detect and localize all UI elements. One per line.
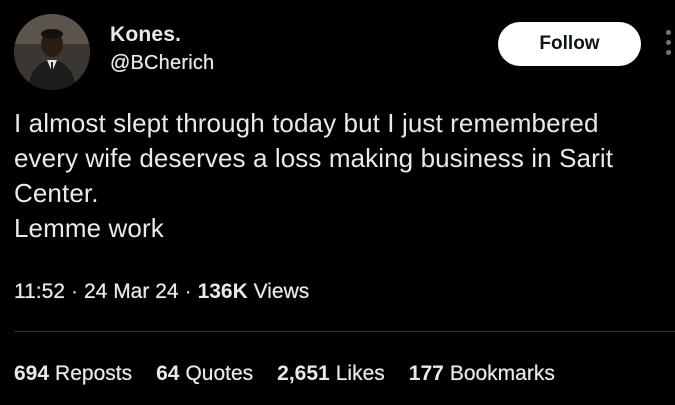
author-handle[interactable]: @BCherich [110,50,214,76]
likes-label: Likes [335,362,385,385]
reposts-count: 694 [14,362,50,385]
quotes-label: Quotes [185,362,254,385]
avatar[interactable] [14,14,90,90]
bookmarks-count: 177 [408,362,444,385]
more-options-icon[interactable] [664,30,674,58]
divider [14,331,675,332]
tweet-header: Kones. @BCherich Follow [0,0,675,100]
tweet-date[interactable]: 24 Mar 24 [84,280,179,303]
separator-dot: · [71,280,78,303]
author-display-name[interactable]: Kones. [110,22,214,48]
tweet-time[interactable]: 11:52 [14,280,65,303]
reposts-stat[interactable]: 694 Reposts [14,360,132,388]
separator-dot: · [184,280,192,303]
follow-button[interactable]: Follow [498,22,641,66]
tweet-meta: 11:52 · 24 Mar 24 · 136K Views [14,278,309,306]
bookmarks-stat[interactable]: 177 Bookmarks [409,360,555,388]
engagement-stats: 694 Reposts 64 Quotes 2,651 Likes 177 Bookmarks [14,360,579,388]
quotes-stat[interactable]: 64 Quotes [156,360,253,388]
tweet-text-line: every wife deserves a loss making busine… [14,143,614,173]
tweet-text-line: Lemme work [14,213,164,243]
author-info: Kones. @BCherich [110,22,214,76]
bookmarks-label: Bookmarks [449,362,555,385]
tweet-text-line: Center. [14,178,99,208]
views-count: 136K [197,280,248,303]
quotes-count: 64 [156,362,180,385]
profile-photo-icon [14,14,90,90]
tweet-text: I almost slept through today but I just … [14,106,664,246]
reposts-label: Reposts [55,362,133,385]
likes-stat[interactable]: 2,651 Likes [277,360,385,388]
views-label: Views [253,280,310,303]
tweet-text-line: I almost slept through today but I just … [14,108,599,138]
likes-count: 2,651 [277,362,330,385]
